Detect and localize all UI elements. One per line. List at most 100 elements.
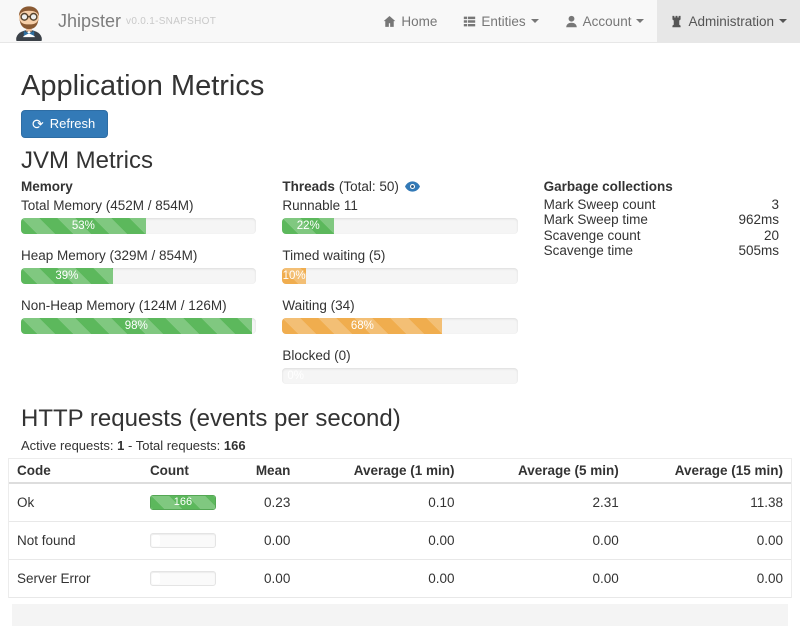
total-requests-value: 166: [224, 438, 246, 453]
chevron-down-icon: [636, 19, 644, 23]
gc-row: Scavenge count 20: [544, 228, 779, 244]
progress-percent-label: 10%: [283, 270, 306, 282]
table-header-average-15-min-: Average (15 min): [627, 459, 791, 483]
nav-item-home[interactable]: Home: [370, 0, 450, 42]
gc-value: 20: [764, 228, 779, 244]
avg-15min-cell: 11.38: [627, 483, 791, 522]
code-cell: Ok: [9, 483, 142, 522]
count-cell: [142, 559, 228, 597]
count-bar: [150, 533, 216, 548]
table-header-count: Count: [142, 459, 228, 483]
gc-label: Scavenge count: [544, 228, 641, 244]
table-row: Not found0.000.000.000.00: [9, 521, 791, 559]
eye-icon[interactable]: [405, 181, 420, 192]
metric-label: Heap Memory (329M / 854M): [21, 248, 256, 263]
main-content: Application Metrics ⟳ Refresh JVM Metric…: [0, 71, 800, 453]
metric-block: Total Memory (452M / 854M) 53%: [21, 198, 256, 234]
refresh-button-label: Refresh: [50, 116, 96, 132]
count-cell: 166: [142, 483, 228, 522]
progress-bar: 10%: [282, 268, 306, 284]
count-bar: [150, 571, 216, 586]
active-requests-label: Active requests:: [21, 438, 114, 453]
metric-block: Non-Heap Memory (124M / 126M)98%: [21, 298, 256, 334]
metric-block: Runnable 11 22%: [282, 198, 517, 234]
mean-cell: 0.00: [228, 559, 298, 597]
gc-value: 962ms: [738, 212, 779, 228]
jhipster-logo-avatar: [10, 0, 48, 44]
nav-item-label: Entities: [481, 14, 525, 29]
avg-1min-cell: 0.00: [298, 559, 462, 597]
nav-item-label: Administration: [688, 14, 774, 29]
progress-bar: 0%: [282, 368, 517, 384]
table-row: Ok1660.230.102.3111.38: [9, 483, 791, 522]
count-value-label: 166: [174, 496, 192, 508]
refresh-button[interactable]: ⟳ Refresh: [21, 110, 108, 138]
nav-item-administration[interactable]: Administration: [657, 0, 800, 42]
gc-value: 505ms: [738, 243, 779, 259]
brand-title: Jhipster: [58, 11, 121, 32]
gc-label: Mark Sweep count: [544, 197, 656, 213]
progress-track: 10%: [282, 268, 517, 284]
mean-cell: 0.23: [228, 483, 298, 522]
home-icon: [383, 15, 401, 28]
entities-list-icon: [463, 15, 481, 28]
nav-item-label: Account: [583, 14, 632, 29]
memory-column: Memory Total Memory (452M / 854M) 53% Heap…: [21, 173, 256, 398]
progress-track: 68%: [282, 318, 517, 334]
metric-block: Timed waiting (5)10%: [282, 248, 517, 284]
metric-block: Blocked (0) 0%: [282, 348, 517, 384]
nav-item-account[interactable]: Account: [552, 0, 658, 42]
code-cell: Not found: [9, 521, 142, 559]
avg-15min-cell: 0.00: [627, 521, 791, 559]
progress-bar: 68%: [282, 318, 442, 334]
threads-column: Threads (Total: 50) Runnable 11 22% Timed …: [282, 173, 517, 398]
progress-track: 98%: [21, 318, 256, 334]
memory-heading: Memory: [21, 179, 256, 195]
progress-track: 0%: [282, 368, 517, 384]
avg-15min-cell: 0.00: [627, 559, 791, 597]
threads-heading-label: Threads: [282, 179, 335, 195]
nav-item-entities[interactable]: Entities: [450, 0, 551, 42]
table-header-row: CodeCountMeanAverage (1 min)Average (5 m…: [9, 459, 791, 483]
gc-heading: Garbage collections: [544, 179, 779, 195]
summary-separator: -: [128, 438, 132, 453]
gc-value: 3: [771, 197, 779, 213]
count-bar-sliver: [152, 535, 160, 546]
navbar: Jhipster v0.0.1-SNAPSHOT Home Entities A…: [0, 0, 800, 43]
avg-5min-cell: 2.31: [463, 483, 627, 522]
metric-label: Waiting (34): [282, 298, 517, 313]
brand-link[interactable]: Jhipster v0.0.1-SNAPSHOT: [0, 0, 224, 42]
progress-percent-label: 68%: [351, 320, 374, 332]
avg-5min-cell: 0.00: [463, 559, 627, 597]
code-cell: Server Error: [9, 559, 142, 597]
avg-1min-cell: 0.00: [298, 521, 462, 559]
gc-label: Mark Sweep time: [544, 212, 648, 228]
metric-block: Heap Memory (329M / 854M) 39%: [21, 248, 256, 284]
gc-row: Mark Sweep count 3: [544, 197, 779, 213]
chevron-down-icon: [531, 19, 539, 23]
threads-heading: Threads (Total: 50): [282, 179, 517, 195]
progress-percent-label: 22%: [297, 220, 320, 232]
threads-total: (Total: 50): [339, 179, 399, 195]
nav-item-label: Home: [401, 14, 437, 29]
count-bar-fill: 166: [151, 496, 215, 509]
progress-percent-label: 39%: [55, 270, 78, 282]
progress-bar: 22%: [282, 218, 334, 234]
http-requests-heading: HTTP requests (events per second): [21, 406, 779, 431]
avg-5min-cell: 0.00: [463, 521, 627, 559]
mean-cell: 0.00: [228, 521, 298, 559]
nav-menu: Home Entities Account Administration: [370, 0, 800, 42]
metric-label: Blocked (0): [282, 348, 517, 363]
chevron-down-icon: [779, 19, 787, 23]
table-header-mean: Mean: [228, 459, 298, 483]
count-cell: [142, 521, 228, 559]
metric-label: Total Memory (452M / 854M): [21, 198, 256, 213]
brand-version: v0.0.1-SNAPSHOT: [126, 16, 216, 27]
progress-track: 53%: [21, 218, 256, 234]
count-bar-sliver: [152, 573, 160, 584]
progress-bar: 53%: [21, 218, 146, 234]
metric-label: Runnable 11: [282, 198, 517, 213]
table-header-average-1-min-: Average (1 min): [298, 459, 462, 483]
gc-column: Garbage collections Mark Sweep count3Mar…: [544, 173, 779, 398]
jvm-metrics-heading: JVM Metrics: [21, 148, 779, 173]
